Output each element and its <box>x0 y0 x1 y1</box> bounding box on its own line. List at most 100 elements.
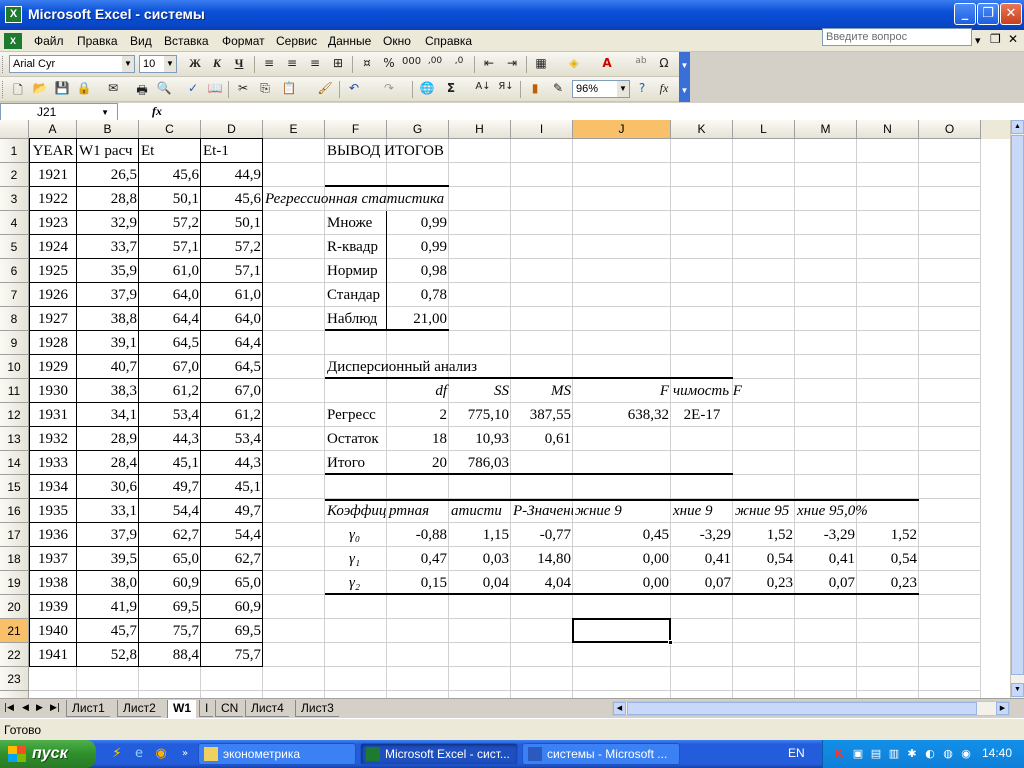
insert-function-icon[interactable]: fx <box>655 81 673 98</box>
table-cell[interactable]: 45,1 <box>201 475 263 499</box>
coef-header-cell[interactable]: атисти <box>449 499 511 523</box>
column-header[interactable]: I <box>511 120 573 139</box>
table-cell[interactable]: 1939 <box>29 595 77 619</box>
font-color-icon[interactable]: A <box>598 56 616 73</box>
table-cell[interactable]: 57,2 <box>201 235 263 259</box>
column-header[interactable]: G <box>387 120 449 139</box>
row-header[interactable]: 14 <box>0 451 29 475</box>
row-header[interactable]: 23 <box>0 667 29 691</box>
anova-title[interactable]: Дисперсионный анализ <box>325 355 573 379</box>
coef-header-cell[interactable]: ртная <box>387 499 449 523</box>
borders-icon[interactable]: ▦ <box>532 56 550 73</box>
copy-icon[interactable]: ⎘ <box>256 81 274 98</box>
coef-cell[interactable]: 0,41 <box>671 547 733 571</box>
row-header[interactable]: 20 <box>0 595 29 619</box>
table-cell[interactable]: 41,9 <box>77 595 139 619</box>
tray-app-icon[interactable]: ▣ <box>850 746 866 762</box>
spelling-icon[interactable]: ✓ <box>184 81 202 98</box>
table-cell[interactable]: 45,7 <box>77 619 139 643</box>
row-header[interactable]: 8 <box>0 307 29 331</box>
table-cell[interactable]: 45,1 <box>139 451 201 475</box>
table-cell[interactable]: 30,6 <box>77 475 139 499</box>
merge-center-icon[interactable]: ⊞ <box>329 56 347 73</box>
table-cell[interactable]: 44,3 <box>139 427 201 451</box>
font-size-select[interactable]: 10 ▼ <box>139 55 177 73</box>
coef-cell[interactable]: 0,07 <box>795 571 857 595</box>
anova-header-cell[interactable]: df <box>387 379 449 403</box>
anova-cell[interactable]: Итого <box>325 451 387 475</box>
table-cell[interactable]: 1932 <box>29 427 77 451</box>
anova-cell[interactable]: 10,93 <box>449 427 511 451</box>
print-icon[interactable]: 🖶 <box>133 81 151 98</box>
sheet-tab-active[interactable]: W1 <box>167 700 196 718</box>
table-cell[interactable]: 45,6 <box>201 187 263 211</box>
column-header[interactable]: E <box>263 120 325 139</box>
coef-cell[interactable]: 1,52 <box>733 523 795 547</box>
anova-cell[interactable]: 638,32 <box>573 403 671 427</box>
menu-file[interactable]: Файл <box>34 33 64 49</box>
network-icon[interactable]: ▤ <box>868 746 884 762</box>
table-cell[interactable]: 28,9 <box>77 427 139 451</box>
reg-stats-title[interactable]: Регрессионная статистика <box>263 187 449 211</box>
email-icon[interactable]: ✉ <box>104 81 122 98</box>
table-cell[interactable]: 1933 <box>29 451 77 475</box>
minimize-button[interactable]: _ <box>954 3 976 25</box>
table-cell[interactable]: 64,5 <box>139 331 201 355</box>
reg-stat-label[interactable]: Нормир <box>325 259 387 283</box>
doc-minimize-icon[interactable]: ▾ <box>975 34 981 47</box>
row-header[interactable]: 11 <box>0 379 29 403</box>
coef-header-cell[interactable]: жние 95 <box>733 499 795 523</box>
close-button[interactable]: ✕ <box>1000 3 1022 25</box>
table-cell[interactable]: 32,9 <box>77 211 139 235</box>
language-indicator[interactable]: EN <box>788 746 805 760</box>
coef-cell[interactable]: -3,29 <box>671 523 733 547</box>
row-header[interactable]: 3 <box>0 187 29 211</box>
table-cell[interactable]: 67,0 <box>139 355 201 379</box>
table-cell[interactable]: 54,4 <box>201 523 263 547</box>
row-header[interactable]: 7 <box>0 283 29 307</box>
anova-header-cell[interactable]: SS <box>449 379 511 403</box>
table-cell[interactable]: 26,5 <box>77 163 139 187</box>
media-icon[interactable]: ◉ <box>152 745 170 763</box>
column-header[interactable]: F <box>325 120 387 139</box>
anova-cell[interactable]: 18 <box>387 427 449 451</box>
coef-cell[interactable]: 4,04 <box>511 571 573 595</box>
anova-cell[interactable]: 20 <box>387 451 449 475</box>
reg-stat-value[interactable]: 21,00 <box>387 307 449 331</box>
coef-cell[interactable]: 14,80 <box>511 547 573 571</box>
coef-header-cell[interactable]: P-Значение <box>511 499 573 523</box>
menu-window[interactable]: Окно <box>383 33 411 49</box>
row-header[interactable]: 17 <box>0 523 29 547</box>
chevron-right-icon[interactable]: » <box>176 745 194 763</box>
table-header-cell[interactable]: YEAR <box>29 139 77 163</box>
align-right-icon[interactable]: ≡ <box>306 56 324 73</box>
research-icon[interactable]: 📖 <box>206 81 224 98</box>
select-all-corner[interactable] <box>0 120 29 139</box>
table-cell[interactable]: 1934 <box>29 475 77 499</box>
italic-button[interactable]: К <box>208 56 226 73</box>
active-cell-selection[interactable] <box>572 618 673 645</box>
table-cell[interactable]: 49,7 <box>139 475 201 499</box>
table-cell[interactable]: 57,2 <box>139 211 201 235</box>
table-cell[interactable]: 65,0 <box>201 571 263 595</box>
table-cell[interactable]: 1922 <box>29 187 77 211</box>
omega-symbol-icon[interactable]: Ω <box>655 56 673 73</box>
align-center-icon[interactable]: ≡ <box>283 56 301 73</box>
table-cell[interactable]: 1928 <box>29 331 77 355</box>
table-cell[interactable]: 50,1 <box>139 187 201 211</box>
column-header[interactable]: M <box>795 120 857 139</box>
row-header[interactable]: 9 <box>0 331 29 355</box>
table-cell[interactable]: 60,9 <box>201 595 263 619</box>
scroll-right-icon[interactable]: ▶ <box>996 702 1009 715</box>
table-cell[interactable]: 33,1 <box>77 499 139 523</box>
help-icon[interactable]: ? <box>633 81 651 98</box>
table-cell[interactable]: 37,9 <box>77 523 139 547</box>
menu-insert[interactable]: Вставка <box>164 33 209 49</box>
table-cell[interactable]: 75,7 <box>139 619 201 643</box>
coef-cell[interactable]: -0,88 <box>387 523 449 547</box>
chart-wizard-icon[interactable]: ▮ <box>526 81 544 98</box>
row-header[interactable]: 6 <box>0 259 29 283</box>
last-sheet-icon[interactable]: ▶| <box>50 703 60 713</box>
coef-cell[interactable]: 0,00 <box>573 547 671 571</box>
coef-cell[interactable]: 1,52 <box>857 523 919 547</box>
